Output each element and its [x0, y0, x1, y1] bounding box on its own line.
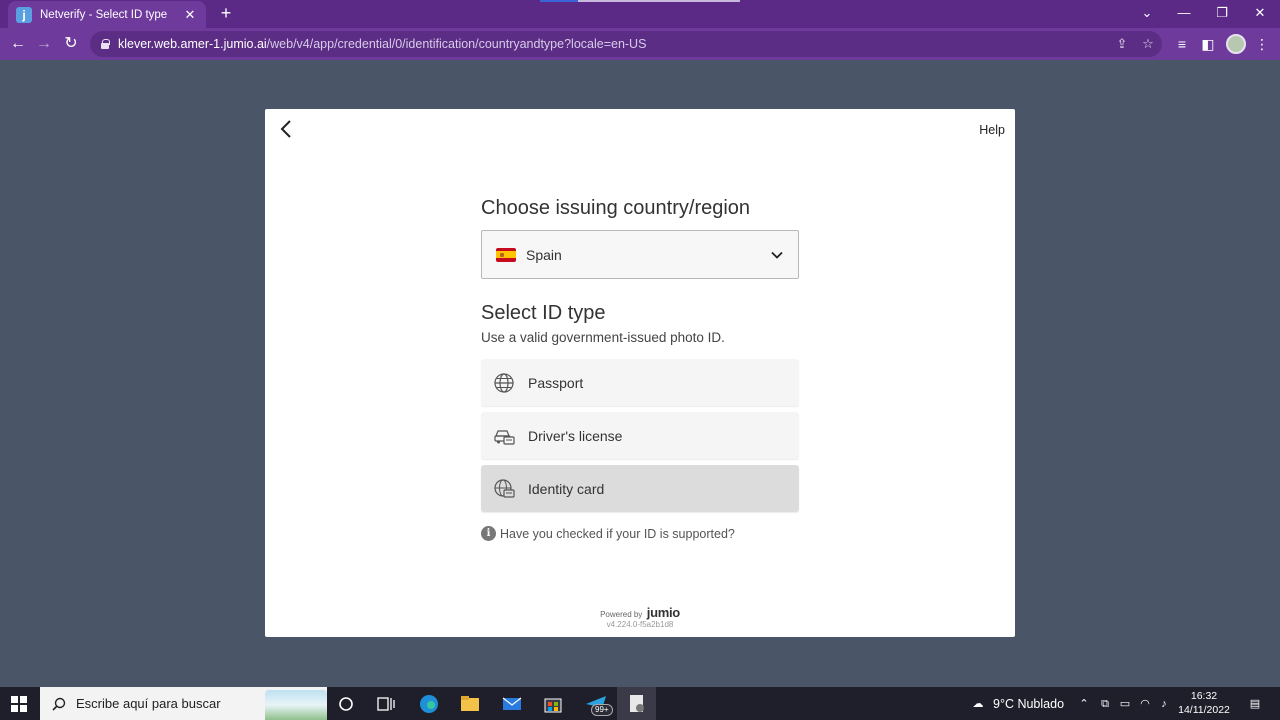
- url-text: klever.web.amer-1.jumio.ai/web/v4/app/cr…: [118, 37, 646, 51]
- taskbar-search-box[interactable]: Escribe aquí para buscar: [40, 687, 327, 720]
- close-window-button[interactable]: ✕: [1250, 4, 1270, 22]
- battery-icon[interactable]: ▭: [1117, 696, 1133, 712]
- search-icon: [52, 697, 66, 711]
- option-passport-label: Passport: [528, 374, 584, 391]
- wifi-icon[interactable]: ◠: [1137, 696, 1153, 712]
- jumio-favicon-icon: j: [16, 6, 32, 23]
- option-passport[interactable]: Passport: [481, 359, 799, 406]
- url-host: klever.web.amer-1.jumio.ai: [118, 37, 267, 51]
- mail-icon[interactable]: [500, 692, 524, 716]
- weather-text[interactable]: 9°C Nublado: [993, 697, 1064, 711]
- show-hidden-icons-chevron-icon[interactable]: ⌃: [1076, 696, 1092, 712]
- url-path: /web/v4/app/credential/0/identification/…: [266, 37, 647, 51]
- lock-icon: [100, 39, 110, 49]
- document-app-icon[interactable]: [625, 692, 649, 716]
- back-chevron-icon[interactable]: [275, 117, 299, 141]
- option-drivers-license[interactable]: Driver's license: [481, 412, 799, 459]
- reload-icon[interactable]: ↻: [61, 34, 81, 54]
- clock-time: 16:32: [1190, 690, 1218, 702]
- restore-button[interactable]: ❐: [1212, 4, 1232, 22]
- jumio-logo: jumio: [646, 605, 680, 620]
- share-icon[interactable]: ⇪: [1114, 36, 1130, 52]
- notifications-icon[interactable]: ▤: [1246, 696, 1264, 712]
- country-select-value: Spain: [526, 246, 562, 263]
- supported-id-info[interactable]: i Have you checked if your ID is support…: [481, 526, 799, 541]
- windows-start-icon[interactable]: [11, 696, 27, 712]
- profile-avatar[interactable]: [1226, 34, 1246, 54]
- tab-search-chevron-icon[interactable]: ⌄: [1137, 4, 1157, 22]
- system-clock[interactable]: 16:32 14/11/2022: [1176, 689, 1232, 717]
- search-placeholder: Escribe aquí para buscar: [76, 696, 221, 711]
- globe-icon: [494, 372, 514, 393]
- id-card-icon: [494, 478, 515, 498]
- country-heading: Choose issuing country/region: [481, 197, 751, 219]
- task-view-icon[interactable]: [374, 692, 398, 716]
- clock-date: 14/11/2022: [1178, 704, 1230, 716]
- store-icon[interactable]: [541, 692, 565, 716]
- device-icon[interactable]: ⧉: [1097, 696, 1113, 712]
- tab-title: Netverify - Select ID type: [40, 8, 168, 21]
- menu-kebab-icon[interactable]: ⋮: [1252, 34, 1272, 54]
- edge-browser-icon[interactable]: [417, 692, 441, 716]
- minimize-button[interactable]: —: [1174, 4, 1194, 22]
- address-bar[interactable]: klever.web.amer-1.jumio.ai/web/v4/app/cr…: [90, 31, 1162, 57]
- spain-flag-icon: [496, 247, 516, 262]
- help-link[interactable]: Help: [979, 123, 1005, 137]
- media-control-icon[interactable]: ≡: [1172, 34, 1192, 54]
- info-icon: i: [481, 526, 496, 541]
- option-drivers-license-label: Driver's license: [528, 427, 623, 444]
- browser-toolbar: ← → ↻ klever.web.amer-1.jumio.ai/web/v4/…: [0, 28, 1280, 60]
- bookmark-star-icon[interactable]: ☆: [1140, 36, 1156, 52]
- weather-cloud-icon[interactable]: ☁: [968, 696, 988, 712]
- verification-card: Help Choose issuing country/region Spain…: [265, 109, 1015, 637]
- browser-tab[interactable]: j Netverify - Select ID type ✕: [8, 1, 206, 28]
- option-identity-card[interactable]: Identity card: [481, 465, 799, 512]
- option-identity-card-label: Identity card: [528, 480, 605, 497]
- tab-strip-indicator-accent: [540, 0, 578, 2]
- cortana-icon[interactable]: [334, 692, 358, 716]
- search-highlight-image: [265, 690, 327, 720]
- file-explorer-icon[interactable]: [458, 692, 482, 716]
- notification-badge: 99+: [591, 704, 613, 716]
- id-type-subtitle: Use a valid government-issued photo ID.: [481, 330, 725, 345]
- version-text: v4.224.0-f5a2b1d8: [606, 620, 674, 629]
- car-id-icon: [494, 429, 515, 445]
- close-tab-icon[interactable]: ✕: [182, 7, 198, 23]
- side-panel-icon[interactable]: ◧: [1198, 34, 1218, 54]
- forward-arrow-icon[interactable]: →: [34, 34, 54, 54]
- windows-taskbar: Escribe aquí para buscar 99+ ☁ 9°C Nubla…: [0, 687, 1280, 720]
- volume-icon[interactable]: ♪: [1156, 696, 1172, 712]
- supported-id-link[interactable]: Have you checked if your ID is supported…: [500, 527, 735, 541]
- new-tab-button[interactable]: +: [216, 4, 236, 24]
- form-content: Choose issuing country/region Spain Sele…: [481, 197, 799, 541]
- country-select[interactable]: Spain: [481, 230, 799, 279]
- browser-tab-bar: j Netverify - Select ID type ✕ + ⌄ — ❐ ✕: [0, 0, 1280, 28]
- id-type-heading: Select ID type: [481, 302, 606, 324]
- back-arrow-icon[interactable]: ←: [8, 34, 28, 54]
- powered-by-label: Powered by: [600, 610, 643, 619]
- chevron-down-icon: [771, 251, 783, 259]
